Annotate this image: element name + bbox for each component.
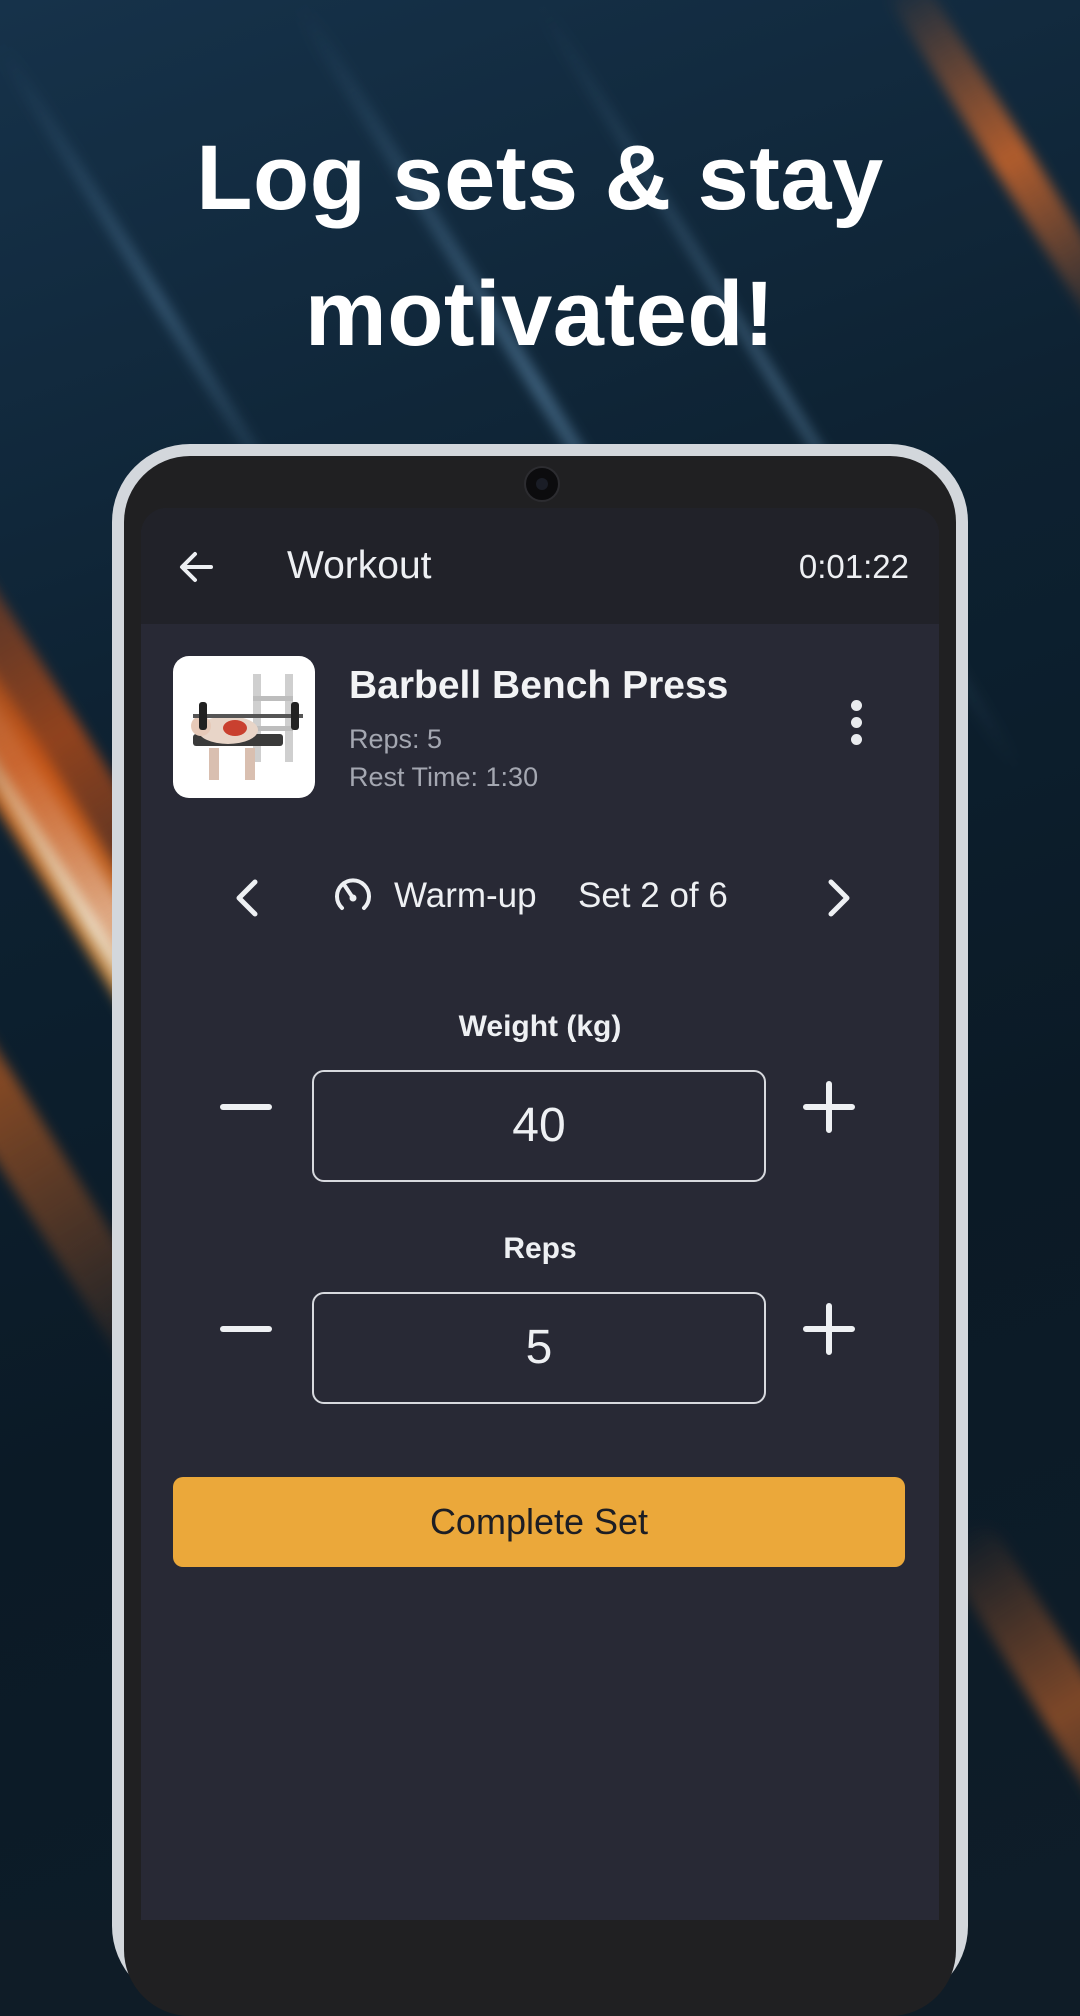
page-title: Workout [287,544,432,587]
next-set-button[interactable] [807,868,867,928]
reps-increase-button[interactable] [794,1294,864,1364]
more-vert-icon-dot [851,734,862,745]
exercise-thumbnail[interactable] [173,656,315,798]
minus-icon [220,1104,272,1110]
more-vert-icon [851,700,862,711]
headline-line-1: Log sets & stay [196,127,884,229]
warmup-toggle[interactable] [330,872,376,918]
more-options-button[interactable] [839,692,875,752]
set-type-label[interactable]: Warm-up [394,876,537,916]
exercise-rest-time: Rest Time: 1:30 [349,762,539,792]
front-camera [524,466,560,502]
chevron-right-icon [828,879,850,917]
exercise-name: Barbell Bench Press [349,664,729,707]
headline-line-2: motivated! [304,263,776,365]
back-button[interactable] [171,542,221,592]
promo-headline: Log sets & stay motivated! [0,110,1080,382]
weight-label: Weight (kg) [458,1010,622,1043]
reps-label: Reps [503,1232,577,1265]
speedometer-icon [335,878,371,910]
bench-press-illustration [191,674,303,780]
back-arrow-icon [180,552,213,582]
weight-input[interactable]: 40 [312,1070,766,1182]
weight-increase-button[interactable] [794,1072,864,1142]
minus-icon [220,1326,272,1332]
app-bar: Workout 0:01:22 [141,508,939,624]
plus-icon [803,1303,855,1355]
complete-set-button[interactable]: Complete Set [173,1477,905,1567]
reps-input[interactable]: 5 [312,1292,766,1404]
exercise-reps: Reps: 5 [349,724,443,754]
more-vert-icon-dot [851,717,862,728]
previous-set-button[interactable] [219,868,279,928]
chevron-left-icon [236,879,258,917]
plus-icon [803,1081,855,1133]
app-screen: Workout 0:01:22 Barbell Bench Press Reps… [141,508,939,1920]
set-counter: Set 2 of 6 [578,876,728,915]
workout-timer: 0:01:22 [798,548,909,585]
weight-decrease-button[interactable] [211,1072,281,1142]
reps-decrease-button[interactable] [211,1294,281,1364]
